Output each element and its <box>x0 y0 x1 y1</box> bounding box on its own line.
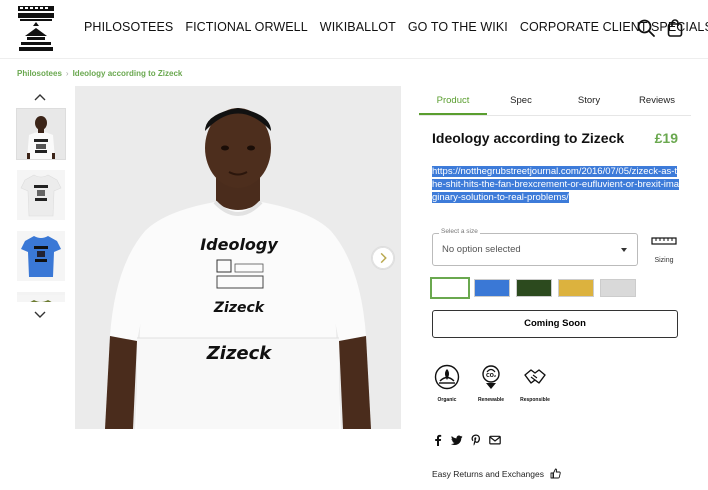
sizing-button[interactable]: Sizing <box>649 232 679 264</box>
breadcrumb: Philosotees › Ideology according to Zize… <box>17 69 182 78</box>
tab-spec[interactable]: Spec <box>487 86 555 115</box>
swatch-light-grey[interactable] <box>600 279 636 297</box>
tab-story[interactable]: Story <box>555 86 623 115</box>
thumbs-down-arrow-icon[interactable] <box>33 310 47 320</box>
swatch-white[interactable] <box>430 277 470 299</box>
main-nav: PHILOSOTEES FICTIONAL ORWELL WIKIBALLOT … <box>84 20 708 34</box>
header-divider <box>0 58 708 59</box>
thumbnail-model[interactable] <box>16 108 66 160</box>
breadcrumb-current: Ideology according to Zizeck <box>72 69 183 78</box>
breadcrumb-home[interactable]: Philosotees <box>17 69 62 78</box>
badge-renewable-label: Renewable <box>477 397 505 403</box>
handshake-icon <box>524 369 546 384</box>
pinterest-icon[interactable] <box>470 434 482 446</box>
tab-product[interactable]: Product <box>419 86 487 115</box>
badge-renewable: CO₂ Renewable <box>476 364 506 403</box>
organic-icon <box>434 364 460 390</box>
site-header: PHILOSOTEES FICTIONAL ORWELL WIKIBALLOT … <box>0 0 708 58</box>
share-icons <box>432 434 501 446</box>
nav-fictional-orwell[interactable]: FICTIONAL ORWELL <box>185 20 307 34</box>
shirt-print-line1: Ideology <box>200 235 278 254</box>
model-photo: Ideology Zizeck Zizeck <box>75 86 401 429</box>
product-title: Ideology according to Zizeck <box>432 130 625 146</box>
email-icon[interactable] <box>489 434 501 446</box>
swatch-blue[interactable] <box>474 279 510 297</box>
nav-go-to-the-wiki[interactable]: GO TO THE WIKI <box>408 20 508 34</box>
tab-reviews[interactable]: Reviews <box>623 86 691 115</box>
facebook-icon[interactable] <box>432 434 444 446</box>
svg-text:CO₂: CO₂ <box>486 373 496 379</box>
ruler-icon <box>651 237 677 245</box>
thumbnail-olive-shirt[interactable] <box>17 292 65 302</box>
cart-bag-icon[interactable] <box>665 18 685 38</box>
product-main-image[interactable]: Ideology Zizeck Zizeck <box>75 86 401 429</box>
swatch-mustard[interactable] <box>558 279 594 297</box>
badge-organic: Organic <box>432 364 462 403</box>
thumbnail-model-image <box>17 109 65 159</box>
breadcrumb-separator-icon: › <box>65 69 69 78</box>
twitter-icon[interactable] <box>451 434 463 446</box>
shirt-print-line3: Zizeck <box>206 343 273 364</box>
nav-philosotees[interactable]: PHILOSOTEES <box>84 20 173 34</box>
color-swatches <box>430 277 636 299</box>
thumbs-up-icon <box>550 468 561 479</box>
coming-soon-button[interactable]: Coming Soon <box>432 310 678 338</box>
badge-organic-label: Organic <box>437 397 457 403</box>
badge-responsible-label: Responsible <box>520 397 550 403</box>
sizing-label: Sizing <box>654 257 674 264</box>
thumbnail-blue-shirt[interactable] <box>17 231 65 281</box>
product-description[interactable]: https://notthegrubstreetjournal.com/2016… <box>432 165 680 204</box>
nav-wikiballot[interactable]: WIKIBALLOT <box>320 20 396 34</box>
description-link[interactable]: https://notthegrubstreetjournal.com/2016… <box>432 166 680 203</box>
thumbnail-white-shirt[interactable] <box>17 170 65 220</box>
thumbnail-blue-shirt-image <box>17 231 65 281</box>
size-select-legend: Select a size <box>439 228 480 235</box>
logo[interactable] <box>17 6 55 52</box>
swatch-dark-green[interactable] <box>516 279 552 297</box>
size-select-value: No option selected <box>442 244 521 255</box>
easy-returns-label: Easy Returns and Exchanges <box>432 468 544 479</box>
thumbnail-white-shirt-image <box>17 170 65 220</box>
thumbnail-olive-shirt-image <box>17 295 65 302</box>
next-image-arrow-icon[interactable] <box>371 246 395 270</box>
caret-down-icon <box>621 248 627 252</box>
size-select[interactable]: Select a size No option selected <box>432 228 638 266</box>
product-price: £19 <box>654 130 678 146</box>
badge-responsible: Responsible <box>520 364 550 403</box>
search-icon[interactable] <box>636 18 656 38</box>
shirt-print-line2: Zizeck <box>213 300 266 316</box>
easy-returns[interactable]: Easy Returns and Exchanges <box>432 468 561 479</box>
sustainability-badges: Organic CO₂ Renewable Responsible <box>432 364 550 403</box>
product-panel: Product Spec Story Reviews Ideology acco… <box>419 86 691 490</box>
product-tabs: Product Spec Story Reviews <box>419 86 691 116</box>
renewable-icon: CO₂ <box>482 365 500 389</box>
thumbs-up-arrow-icon[interactable] <box>33 92 47 102</box>
